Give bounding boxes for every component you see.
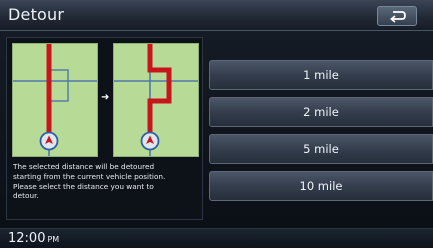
caption-line: starting from the current vehicle positi… — [13, 171, 166, 181]
clock-time: 12:00 — [8, 231, 46, 246]
status-bar: 12:00 PM — [0, 228, 433, 248]
return-arrow-icon — [390, 11, 406, 23]
right-arrow-icon: ➜ — [101, 92, 110, 103]
caption-line: Please select the distance you want to — [13, 181, 154, 191]
map-before-detour — [12, 43, 98, 157]
detour-5-mile-button[interactable]: 5 mile — [209, 134, 433, 164]
page-title: Detour — [8, 5, 65, 24]
back-button[interactable] — [377, 6, 417, 26]
detour-screen: Detour ➜ The selected distance will be d… — [0, 0, 433, 248]
detour-illustration-panel: ➜ The selected distance will be detoured… — [6, 37, 203, 220]
title-bar: Detour — [0, 0, 433, 31]
clock[interactable]: 12:00 PM — [8, 231, 59, 246]
caption-line: The selected distance will be detoured — [13, 162, 155, 171]
clock-ampm: PM — [47, 235, 60, 244]
caption-line: detour. — [13, 191, 39, 201]
detour-2-mile-button[interactable]: 2 mile — [209, 97, 433, 127]
detour-10-mile-button[interactable]: 10 mile — [209, 171, 433, 201]
detour-instructions: The selected distance will be detoured s… — [13, 162, 195, 201]
map-after-detour — [113, 43, 199, 157]
detour-1-mile-button[interactable]: 1 mile — [209, 60, 433, 90]
